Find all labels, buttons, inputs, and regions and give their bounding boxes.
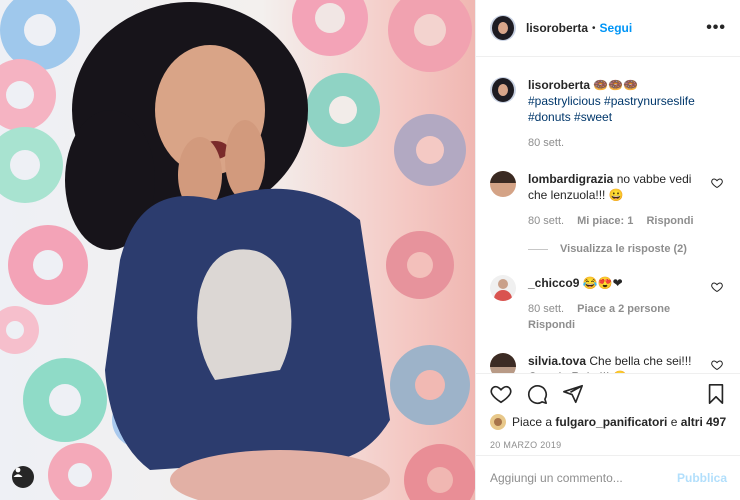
comment-username[interactable]: _chicco9 [528,276,579,290]
caption-age: 80 sett. [528,137,565,149]
likes-prefix: Piace a [512,415,553,429]
reply-button[interactable]: Rispondi [646,215,693,227]
user-tag-icon [13,467,23,477]
heart-icon[interactable] [711,281,723,293]
comment-icon[interactable] [526,383,548,405]
hashtag[interactable]: #pastrylicious [528,94,601,108]
follow-button[interactable]: Segui [600,21,633,35]
post-photo[interactable] [0,0,475,500]
photo-illustration [0,0,475,500]
comment-age: 80 sett. [528,303,565,315]
comment-text: 😂😍❤ [582,276,623,290]
comment-username[interactable]: lombardigrazia [528,172,613,186]
comments-list[interactable]: lisoroberta 🍩🍩🍩 #pastrylicious #pastrynu… [476,57,740,373]
share-icon[interactable] [562,383,584,405]
author-username[interactable]: lisoroberta [526,21,588,35]
comment-likes[interactable]: Piace a 2 persone [577,303,670,315]
caption-emoji: 🍩🍩🍩 [593,78,639,92]
likes-summary: Piace a fulgaro_panificatori e altri 497 [490,412,727,432]
post-header: lisoroberta • Segui ••• [476,0,740,57]
likes-others-link[interactable]: altri 497 [681,415,726,429]
comment-age: 80 sett. [528,215,565,227]
heart-icon[interactable] [711,359,723,371]
likes-conj: e [670,415,678,429]
replies-divider [528,248,548,250]
comment-item: lombardigrazia no vabbe vedi che lenzuol… [490,171,727,229]
caption-avatar[interactable] [490,77,516,103]
caption: lisoroberta 🍩🍩🍩 #pastrylicious #pastrynu… [490,77,727,151]
post-actions: Piace a fulgaro_panificatori e altri 497… [476,373,740,450]
hashtag[interactable]: #donuts [528,110,571,124]
liker-username[interactable]: fulgaro_panificatori [555,415,667,429]
liker-avatar[interactable] [490,414,506,430]
author-avatar[interactable] [490,15,516,41]
post-date: 20 MARZO 2019 [490,440,562,450]
add-comment-bar: Pubblica [476,455,740,500]
commenter-avatar[interactable] [490,353,516,373]
comment-item: _chicco9 😂😍❤ 80 sett. Piace a 2 persone … [490,275,727,333]
view-replies-label: Visualizza le risposte (2) [560,243,687,255]
header-separator: • [592,22,596,34]
bookmark-icon[interactable] [705,383,727,405]
heart-icon[interactable] [490,383,512,405]
more-icon[interactable]: ••• [706,19,726,37]
user-tag-button[interactable] [12,466,34,488]
commenter-avatar[interactable] [490,171,516,197]
hashtag[interactable]: #sweet [574,110,612,124]
comment-likes[interactable]: Mi piace: 1 [577,215,633,227]
comment-input[interactable] [490,471,677,485]
caption-username[interactable]: lisoroberta [528,78,590,92]
comment-item: silvia.tova Che bella che sei!!! Grande … [490,353,727,373]
publish-button[interactable]: Pubblica [677,471,727,485]
post-details-panel: lisoroberta • Segui ••• lisoroberta 🍩🍩🍩 … [475,0,740,500]
hashtag[interactable]: #pastrynurseslife [604,94,695,108]
reply-button[interactable]: Rispondi [528,319,575,331]
heart-icon[interactable] [711,177,723,189]
commenter-avatar[interactable] [490,275,516,301]
view-replies-button[interactable]: Visualizza le risposte (2) [528,243,727,255]
comment-username[interactable]: silvia.tova [528,354,586,368]
